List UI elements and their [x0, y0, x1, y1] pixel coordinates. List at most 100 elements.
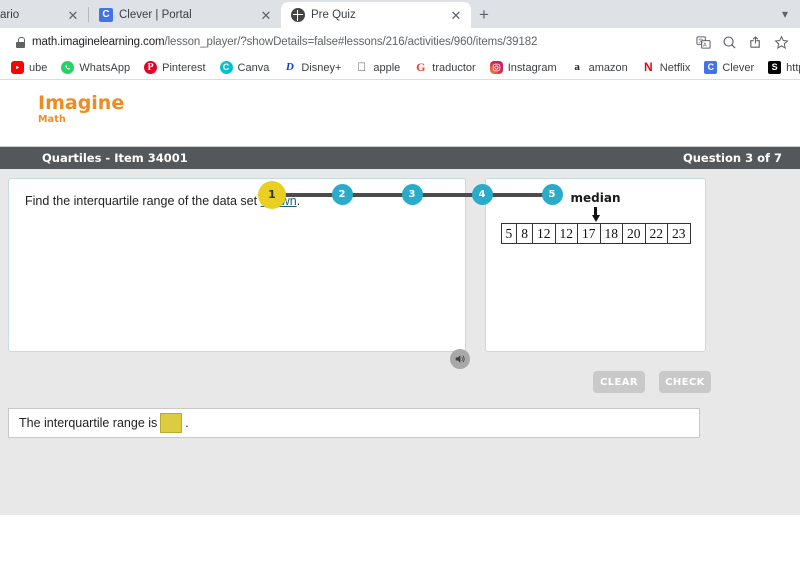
browser-tab-1[interactable]: ario ✕ — [0, 2, 88, 28]
bookmark-label: Netflix — [659, 61, 691, 74]
bookmark-canva[interactable]: C Canva — [213, 58, 277, 78]
bookmark-clever[interactable]: C Clever — [697, 58, 761, 78]
zoom-out-icon[interactable] — [722, 35, 737, 50]
check-button[interactable]: CHECK — [659, 371, 711, 393]
data-cell: 8 — [516, 223, 533, 244]
tab-strip: ario ✕ C Clever | Portal ✕ Pre Quiz ✕ + … — [0, 0, 800, 28]
close-icon[interactable]: ✕ — [66, 9, 80, 22]
data-cell: 22 — [644, 223, 668, 244]
logo-subtitle: Math — [38, 113, 66, 125]
bookmark-label: WhatsApp — [79, 61, 131, 74]
answer-bar: The interquartile range is . — [8, 408, 700, 438]
lesson-title-bar: Quartiles - Item 34001 Question 3 of 7 — [0, 147, 800, 169]
tab-title: ario — [0, 9, 20, 21]
close-icon[interactable]: ✕ — [449, 9, 463, 22]
bookmark-youtube[interactable]: ube — [4, 58, 54, 78]
data-cell: 20 — [622, 223, 646, 244]
bookmark-netflix[interactable]: N Netflix — [635, 58, 698, 78]
bookmark-label: Disney+ — [301, 61, 342, 74]
data-cell: 12 — [532, 223, 556, 244]
pinterest-icon: P — [144, 61, 158, 74]
bookmark-label: amazon — [588, 61, 628, 74]
step-number: 2 — [331, 184, 353, 205]
shein-icon: S — [768, 61, 782, 74]
address-bar[interactable]: math.imaginelearning.com/lesson_player/?… — [8, 31, 688, 53]
tab-title: Clever | Portal — [119, 9, 192, 21]
answer-input[interactable] — [160, 413, 183, 433]
google-icon: G — [416, 61, 426, 74]
omnibox-row: math.imaginelearning.com/lesson_player/?… — [0, 28, 800, 56]
url-domain: math.imaginelearning.com — [32, 36, 165, 48]
data-cell: 23 — [667, 223, 691, 244]
amazon-icon: a — [574, 61, 580, 73]
bookmark-whatsapp[interactable]: WhatsApp — [54, 58, 137, 78]
close-icon[interactable]: ✕ — [259, 9, 273, 22]
bookmark-traductor[interactable]: G traductor — [407, 58, 482, 78]
clear-button[interactable]: CLEAR — [593, 371, 645, 393]
svg-text:文: 文 — [698, 36, 703, 44]
clever-icon: C — [99, 8, 113, 22]
clever-icon: C — [704, 61, 718, 74]
share-icon[interactable] — [748, 35, 763, 50]
bookmark-pinterest[interactable]: P Pinterest — [137, 58, 212, 78]
data-cell: 17 — [577, 223, 601, 244]
answer-suffix: . — [185, 416, 189, 430]
down-arrow-icon — [591, 207, 600, 222]
netflix-icon: N — [643, 61, 653, 74]
bookmark-instagram[interactable]: Instagram — [483, 58, 564, 78]
question-panel: Find the interquartile range of the data… — [8, 178, 466, 352]
table-row: 5 8 12 12 17 18 20 22 23 — [500, 223, 691, 244]
disneyplus-icon: D — [285, 61, 294, 73]
bookmark-disneyplus[interactable]: D Disney+ — [276, 58, 348, 78]
bookmark-shein[interactable]: S https://us.shein.co... — [761, 58, 800, 78]
canva-icon: C — [219, 61, 233, 74]
browser-tab-3[interactable]: Pre Quiz ✕ — [281, 2, 471, 28]
bookmark-label: Pinterest — [162, 61, 206, 74]
median-arrow-row — [496, 207, 695, 223]
step-number: 5 — [541, 184, 563, 205]
url-text: math.imaginelearning.com/lesson_player/?… — [32, 36, 537, 48]
tab-title: Pre Quiz — [311, 9, 356, 21]
bookmark-label: Canva — [237, 61, 270, 74]
url-path: /lesson_player/?showDetails=false#lesson… — [164, 36, 538, 48]
youtube-icon — [11, 61, 24, 74]
imagine-math-logo[interactable]: Imagine Math — [38, 92, 125, 125]
chevron-down-icon[interactable]: ▾ — [782, 7, 800, 21]
data-cell: 5 — [500, 223, 518, 244]
bookmark-label: Instagram — [507, 61, 557, 74]
page-title: Quartiles - Item 34001 — [42, 151, 188, 165]
translate-icon[interactable]: A文 — [696, 35, 711, 50]
data-cell: 18 — [599, 223, 623, 244]
browser-tab-2[interactable]: C Clever | Portal ✕ — [89, 2, 281, 28]
step-number: 3 — [401, 184, 423, 205]
bookmark-label: traductor — [432, 61, 476, 74]
step-number: 4 — [471, 184, 493, 205]
speaker-icon[interactable] — [450, 349, 470, 369]
bookmark-label: https://us.shein.co... — [786, 61, 800, 74]
omnibox-actions: A文 — [696, 34, 792, 50]
answer-prefix: The interquartile range is — [19, 416, 158, 430]
action-buttons: CLEAR CHECK — [8, 371, 792, 393]
globe-icon — [291, 8, 305, 22]
question-text-before: Find the interquartile range of the data… — [25, 194, 261, 208]
logo-title: Imagine — [38, 92, 125, 114]
bookmark-label: apple — [373, 61, 401, 74]
bookmark-amazon[interactable]: a amazon — [564, 58, 635, 78]
app-header: Imagine Math 1 Pre-Quiz 2 Guided Learnin… — [0, 80, 800, 230]
data-set-table: 5 8 12 12 17 18 20 22 23 — [500, 223, 691, 244]
instagram-icon — [489, 61, 503, 74]
bookmark-label: Clever — [722, 61, 755, 74]
question-content-area: Find the interquartile range of the data… — [0, 169, 800, 515]
apple-icon:  — [355, 61, 368, 74]
bookmarks-bar: ube WhatsApp P Pinterest C Canva D Disne… — [0, 56, 800, 80]
browser-window: ario ✕ C Clever | Portal ✕ Pre Quiz ✕ + … — [0, 0, 800, 80]
data-set-panel: median 5 8 12 12 17 18 20 22 23 — [485, 178, 706, 352]
page-whitespace — [0, 515, 800, 571]
panels-row: Find the interquartile range of the data… — [8, 178, 792, 352]
data-cell: 12 — [554, 223, 578, 244]
whatsapp-icon — [61, 61, 75, 74]
bookmark-apple[interactable]:  apple — [348, 58, 407, 78]
lock-icon — [16, 36, 25, 48]
new-tab-button[interactable]: + — [471, 2, 497, 28]
bookmark-star-icon[interactable] — [774, 34, 789, 50]
